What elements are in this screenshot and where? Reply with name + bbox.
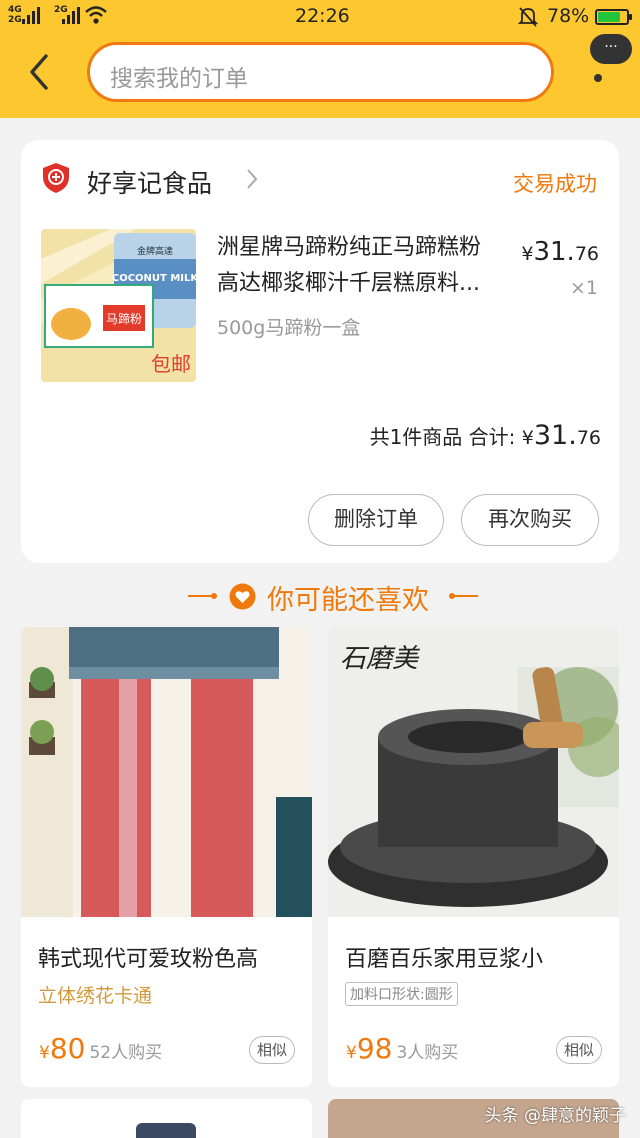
- recommend-name: 百磨百乐家用豆浆小: [345, 947, 544, 972]
- heart-icon: [229, 583, 256, 610]
- divider-left: [188, 593, 217, 599]
- recommend-price: ¥80 52人购买: [39, 1032, 163, 1065]
- product-image-partial: [136, 1123, 196, 1138]
- curtain-image: [21, 627, 312, 917]
- product-thumbnail[interactable]: 金牌高達 COCONUT MILK 马蹄粉 包邮: [41, 229, 196, 382]
- clock: 22:26: [295, 5, 350, 27]
- back-button[interactable]: [22, 50, 58, 94]
- order-status: 交易成功: [513, 172, 597, 196]
- similar-button[interactable]: 相似: [249, 1036, 295, 1064]
- battery-percent: 78%: [547, 5, 590, 27]
- search-input[interactable]: 搜索我的订单: [87, 42, 554, 102]
- similar-button[interactable]: 相似: [556, 1036, 602, 1064]
- bell-muted-icon: [518, 7, 538, 27]
- recommend-image: 石磨美: [328, 627, 619, 917]
- shield-icon: [43, 163, 69, 193]
- recommend-header: 你可能还喜欢: [0, 576, 640, 616]
- notification-dot: [594, 74, 602, 82]
- recommend-image: [21, 627, 312, 917]
- total-summary-label: 共1件商品 合计:: [369, 425, 516, 449]
- product-spec: 500g马蹄粉一盒: [217, 317, 361, 339]
- more-menu-button[interactable]: ···: [590, 34, 632, 86]
- signal-icon: [22, 6, 40, 24]
- recommend-name: 韩式现代可爱玫粉色高: [38, 947, 259, 972]
- order-card[interactable]: 好享记食品 交易成功 金牌高達 COCONUT MILK 马蹄粉 包邮 洲星牌马…: [21, 140, 619, 563]
- stone-mill-image: 石磨美: [328, 627, 619, 917]
- recommend-price: ¥98 3人购买: [346, 1032, 459, 1065]
- wifi-icon: [85, 6, 107, 24]
- store-name[interactable]: 好享记食品: [87, 164, 212, 200]
- order-total: 共1件商品 合计: ¥31.76: [370, 420, 601, 451]
- buyer-count: 3人购买: [396, 1043, 459, 1063]
- top-bar: 4G 2G 2G 22:26 78% 搜索我的订单 ···: [0, 0, 640, 118]
- total-amount: ¥31.76: [521, 420, 601, 451]
- image-logo-text: 石磨美: [340, 644, 421, 674]
- search-placeholder: 搜索我的订单: [110, 66, 248, 92]
- delete-order-button[interactable]: 删除订单: [308, 494, 444, 546]
- thumb-pack-text: 马蹄粉: [106, 311, 142, 326]
- recommend-card-partial[interactable]: [21, 1099, 312, 1138]
- recommend-subtitle: 立体绣花卡通: [38, 985, 153, 1007]
- battery-icon: [595, 9, 632, 25]
- product-title[interactable]: 洲星牌马蹄粉纯正马蹄糕粉 高达椰浆椰汁千层糕原料...: [217, 230, 509, 302]
- network-label-1: 4G 2G: [8, 5, 22, 25]
- product-title-line2: 高达椰浆椰汁千层糕原料...: [217, 271, 480, 296]
- thumb-can-text: COCONUT MILK: [112, 273, 196, 284]
- rebuy-button[interactable]: 再次购买: [461, 494, 599, 546]
- battery-fill: [598, 12, 620, 22]
- recommend-card[interactable]: 韩式现代可爱玫粉色高 立体绣花卡通 ¥80 52人购买 相似: [21, 627, 312, 1087]
- watermark: 头条 @肆意的颖子: [484, 1106, 626, 1126]
- thumb-badge-text: 包邮: [151, 352, 191, 376]
- divider-right: [449, 593, 478, 599]
- signal-icon-2: [62, 6, 80, 24]
- status-bar: 4G 2G 2G 22:26 78%: [0, 0, 640, 34]
- recommend-heading: 你可能还喜欢: [267, 585, 429, 616]
- chevron-right-icon[interactable]: [245, 168, 259, 190]
- buyer-count: 52人购买: [89, 1043, 163, 1063]
- unit-price: ¥31.76: [521, 237, 599, 267]
- chevron-left-icon: [30, 54, 48, 90]
- product-title-line1: 洲星牌马蹄粉纯正马蹄糕粉: [217, 235, 482, 260]
- more-dots-icon: ···: [590, 34, 632, 64]
- recommend-tag: 加料口形状:圆形: [345, 982, 458, 1006]
- recommend-card[interactable]: 石磨美 百磨百乐家用豆浆小 加料口形状:圆形 ¥98 3人购买 相似: [328, 627, 619, 1087]
- product-image: 金牌高達 COCONUT MILK 马蹄粉 包邮: [41, 229, 196, 382]
- thumb-brand-text: 金牌高達: [137, 245, 173, 257]
- quantity: ×1: [569, 277, 598, 299]
